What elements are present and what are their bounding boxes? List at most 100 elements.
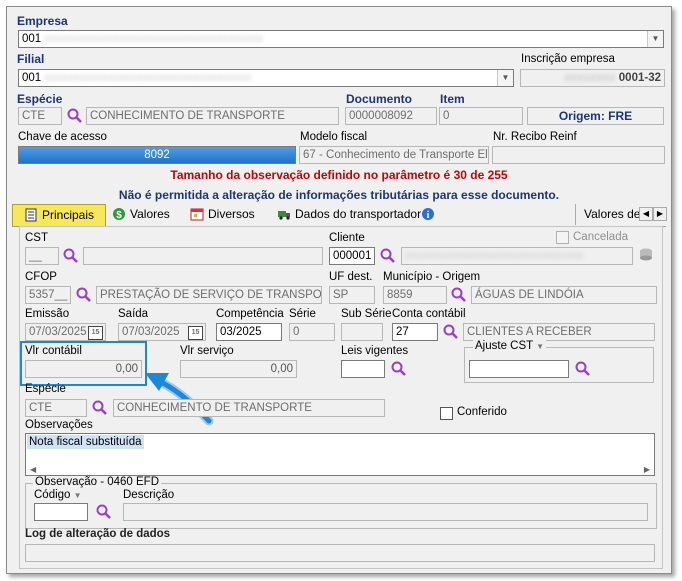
- empresa-select[interactable]: 001 xxxxxxxxxxxxxxxxxxxxxxxxxxxxxxxxxxxx…: [18, 30, 664, 48]
- especie-description: CONHECIMENTO DE TRANSPORTE: [113, 399, 385, 417]
- filial-select[interactable]: 001 xxxxxxxxxxxxxxxxxxxxxxxxxxxxxxxxxxxx…: [18, 69, 514, 87]
- chevron-left-icon[interactable]: ◀: [639, 207, 653, 221]
- cst-field[interactable]: __: [25, 247, 59, 265]
- origem-badge: Origem: FRE: [527, 107, 664, 125]
- uf-label: UF dest.: [329, 271, 373, 283]
- saida-value: 07/03/2025: [122, 326, 180, 338]
- tab-principais[interactable]: Principais: [12, 204, 106, 226]
- modelo-label: Modelo fiscal: [300, 131, 368, 143]
- calendar-icon[interactable]: 15: [188, 326, 203, 340]
- sort-down-icon: ▼: [536, 342, 545, 351]
- conta-label: Conta contábil: [392, 308, 466, 320]
- observacoes-text: Nota fiscal substituída: [27, 435, 144, 449]
- cancelada-label: Cancelada: [573, 231, 628, 243]
- database-icon[interactable]: [638, 247, 654, 263]
- codigo-label-text: Código: [34, 489, 71, 501]
- search-icon[interactable]: [450, 286, 468, 304]
- cfop-field[interactable]: 5357__: [25, 286, 71, 304]
- saida-label: Saída: [118, 308, 149, 320]
- sort-down-icon: ▼: [73, 491, 82, 500]
- info-icon: i: [422, 208, 434, 221]
- subserie-label: Sub Série: [341, 308, 392, 320]
- municipio-code[interactable]: 8859: [383, 286, 447, 304]
- ajuste-label: Ajuste CST: [475, 340, 533, 352]
- especie-top-description: CONHECIMENTO DE TRANSPORTE: [86, 107, 339, 125]
- form-window: Empresa 001 xxxxxxxxxxxxxxxxxxxxxxxxxxxx…: [6, 6, 672, 574]
- documento-label: Documento: [346, 92, 412, 106]
- warning-tax-info: Não é permitida a alteração de informaçõ…: [118, 188, 560, 202]
- especie-code[interactable]: CTE: [25, 399, 87, 417]
- chevron-down-icon[interactable]: ▼: [497, 70, 513, 86]
- chevron-right-icon[interactable]: ▶: [653, 207, 667, 221]
- search-icon[interactable]: [442, 323, 460, 341]
- empresa-name-redacted: xxxxxxxxxxxxxxxxxxxxxxxxxxxxxxxxxxxxxx: [44, 33, 263, 45]
- search-icon[interactable]: [75, 286, 93, 304]
- obs-efd-legend: Observação - 0460 EFD: [33, 476, 162, 488]
- chevron-down-icon[interactable]: ▼: [647, 31, 663, 47]
- vlr-servico-label: Vlr serviço: [180, 345, 234, 357]
- filial-value: 001: [22, 72, 42, 84]
- leis-field[interactable]: [341, 360, 385, 378]
- warning-parameter: Tamanho da observação definido no parâme…: [170, 168, 508, 182]
- search-icon[interactable]: [66, 107, 84, 125]
- saida-field[interactable]: 07/03/2025 15: [118, 323, 206, 341]
- calendar-icon: [190, 208, 204, 221]
- search-icon[interactable]: [62, 247, 80, 265]
- municipio-name: ÁGUAS DE LINDÓIA: [471, 286, 657, 304]
- scroll-right-icon[interactable]: ▶: [644, 465, 650, 474]
- observacoes-textarea[interactable]: Nota fiscal substituída ◀ ▶: [25, 433, 655, 476]
- conferido-checkbox[interactable]: [440, 407, 453, 420]
- svg-text:i: i: [427, 210, 430, 221]
- leis-label: Leis vigentes: [341, 345, 409, 357]
- pointer-arrow-icon: [145, 373, 214, 426]
- scroll-left-icon[interactable]: ◀: [30, 465, 36, 474]
- tab-valores[interactable]: $ Valores: [112, 204, 170, 225]
- search-icon[interactable]: [574, 360, 592, 378]
- cliente-field[interactable]: 000001: [329, 247, 375, 265]
- especie-top-label: Espécie: [17, 92, 63, 106]
- codigo-field[interactable]: [34, 503, 88, 521]
- inscricao-suffix: 0001-32: [618, 72, 661, 84]
- item-field[interactable]: 0: [439, 107, 523, 125]
- cfop-description: PRESTAÇÃO DE SERVIÇO DE TRANSPORT: [96, 286, 322, 304]
- calendar-icon[interactable]: 15: [88, 326, 103, 340]
- ajuste-legend: Ajuste CST ▼: [473, 340, 547, 352]
- competencia-field[interactable]: 03/2025: [216, 323, 282, 341]
- documento-field[interactable]: 0000008092: [345, 107, 437, 125]
- cancelada-checkbox[interactable]: [556, 231, 569, 244]
- uf-field[interactable]: SP: [329, 286, 375, 304]
- filial-label: Filial: [17, 52, 45, 66]
- cst-description: [83, 247, 323, 265]
- truck-icon: [278, 211, 290, 220]
- especie-top-code[interactable]: CTE: [18, 107, 62, 125]
- inscricao-label: Inscrição empresa: [521, 53, 615, 65]
- conta-code[interactable]: 27: [392, 323, 438, 341]
- emissao-label: Emissão: [25, 308, 70, 320]
- modelo-field[interactable]: 67 - Conhecimento de Transporte Eletr: [299, 146, 489, 164]
- log-field: [25, 544, 655, 562]
- tab-valores-label: Valores: [130, 207, 170, 221]
- serie-field[interactable]: 0: [289, 323, 335, 341]
- codigo-label: Código ▼: [34, 489, 82, 501]
- conta-name: CLIENTES A RECEBER: [463, 323, 655, 341]
- inscricao-field: xxxxxxxx 0001-32: [520, 69, 665, 87]
- search-icon[interactable]: [91, 399, 109, 417]
- emissao-field[interactable]: 07/03/2025 15: [25, 323, 106, 341]
- search-icon[interactable]: [390, 360, 408, 378]
- tab-dados-transportador[interactable]: Dados do transportador: [277, 204, 421, 225]
- subserie-field[interactable]: [341, 323, 383, 341]
- tab-principais-label: Principais: [41, 208, 95, 222]
- tab-dados-transportador-label: Dados do transportador: [295, 207, 422, 221]
- cliente-label: Cliente: [329, 232, 365, 244]
- search-icon[interactable]: [379, 247, 397, 265]
- tab-info[interactable]: i: [421, 204, 439, 225]
- descricao-field[interactable]: [123, 503, 648, 521]
- search-icon[interactable]: [95, 503, 113, 521]
- money-icon: $: [113, 208, 125, 221]
- tab-diversos[interactable]: Diversos: [190, 204, 255, 225]
- recibo-field[interactable]: [492, 146, 665, 164]
- ajuste-field[interactable]: [469, 360, 569, 378]
- chave-field[interactable]: 8092: [18, 146, 296, 164]
- cliente-name-redacted: xxxxxxxxxxxxxxxxxxxxxxxxxxxxxxx: [405, 250, 584, 262]
- vlr-contabil-field[interactable]: 0,00: [25, 360, 142, 378]
